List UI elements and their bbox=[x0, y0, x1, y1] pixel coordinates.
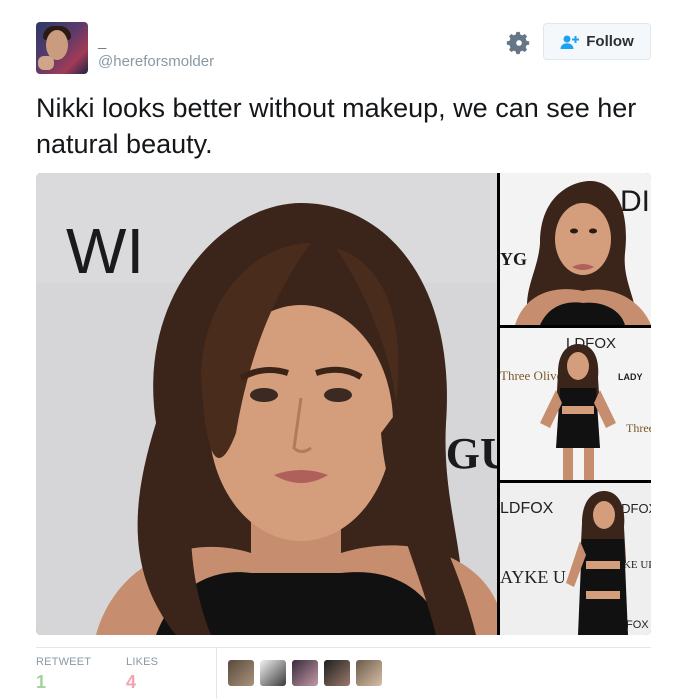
thumbnail-2-art: LDFOX Three Olives Three LADY bbox=[500, 328, 651, 480]
thumbnail-1-art: ILDI YG bbox=[500, 173, 651, 325]
retweet-label: RETWEET bbox=[36, 656, 92, 668]
main-photo-sign: WI bbox=[66, 215, 144, 287]
liker-avatar[interactable] bbox=[228, 660, 254, 686]
thumb2-lady: LADY bbox=[618, 372, 643, 382]
thumbnail-photo-1[interactable]: ILDI YG bbox=[500, 173, 651, 325]
thumbnail-photo-2[interactable]: LDFOX Three Olives Three LADY bbox=[500, 328, 651, 480]
media-grid: WI YGU bbox=[36, 173, 651, 635]
thumb2-brand: Three Olives bbox=[500, 368, 568, 383]
likes-label: LIKES bbox=[126, 656, 159, 668]
liker-avatar[interactable] bbox=[356, 660, 382, 686]
likes-count: 4 bbox=[126, 672, 137, 692]
tweet-text: Nikki looks better without makeup, we ca… bbox=[36, 93, 637, 159]
retweet-count: 1 bbox=[36, 672, 47, 692]
likes-stat[interactable]: LIKES 4 bbox=[126, 656, 158, 693]
tweet-stats: RETWEET 1 LIKES 4 bbox=[36, 647, 651, 699]
gear-icon[interactable] bbox=[506, 30, 532, 56]
thumb3-sign5: FOX bbox=[626, 619, 649, 631]
author-avatar[interactable] bbox=[36, 22, 88, 74]
stats-divider bbox=[216, 648, 217, 699]
main-photo[interactable]: WI YGU bbox=[36, 173, 497, 635]
thumb3-sign3: AYKE U bbox=[500, 567, 566, 587]
author-display-name[interactable]: _ bbox=[98, 34, 106, 51]
liker-avatar[interactable] bbox=[324, 660, 350, 686]
retweet-stat[interactable]: RETWEET 1 bbox=[36, 656, 91, 693]
likers-avatars bbox=[228, 660, 382, 686]
liker-avatar[interactable] bbox=[260, 660, 286, 686]
follow-label: Follow bbox=[586, 33, 634, 50]
main-photo-art: WI YGU bbox=[36, 173, 497, 635]
liker-avatar[interactable] bbox=[292, 660, 318, 686]
follow-person-plus-icon bbox=[560, 35, 580, 49]
thumb3-sign: LDFOX bbox=[500, 500, 554, 517]
thumbnail-3-art: LDFOX WILDFOX AYKE U AKE UP FOX bbox=[500, 483, 651, 635]
avatar-hand bbox=[38, 56, 54, 70]
follow-button[interactable]: Follow bbox=[543, 23, 651, 60]
thumbnail-photo-3[interactable]: LDFOX WILDFOX AYKE U AKE UP FOX bbox=[500, 483, 651, 635]
thumb2-brand2: Three bbox=[626, 421, 651, 435]
author-handle[interactable]: @hereforsmolder bbox=[98, 53, 214, 70]
thumb1-sign2: YG bbox=[500, 249, 527, 269]
